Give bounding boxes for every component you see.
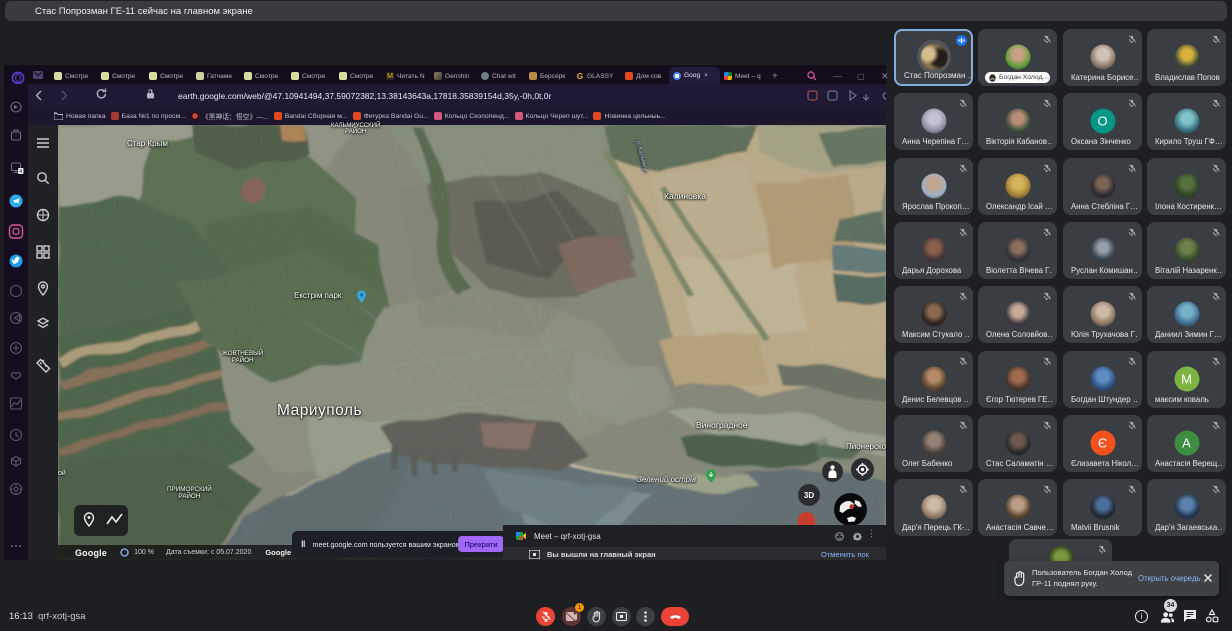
svg-text:4: 4 xyxy=(19,169,22,175)
svg-text:earth.google.com/web/@47.10941: earth.google.com/web/@47.10941494,37.590… xyxy=(178,91,552,101)
